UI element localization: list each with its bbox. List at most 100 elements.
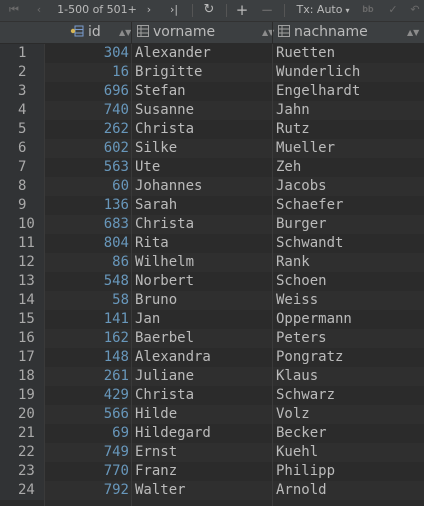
previous-page-icon[interactable]: ‹ — [32, 0, 46, 21]
cell-nachname[interactable]: Becker — [276, 424, 327, 443]
cell-vorname[interactable]: Brigitte — [135, 63, 202, 82]
cell-nachname[interactable]: Schwandt — [276, 234, 343, 253]
cell-nachname[interactable]: Ruetten — [276, 44, 335, 63]
table-row[interactable]: 14 58 Bruno Weiss — [0, 291, 424, 310]
cell-id[interactable]: 602 — [45, 139, 129, 158]
cell-id[interactable]: 548 — [45, 272, 129, 291]
cell-vorname[interactable]: Johannes — [135, 177, 202, 196]
cell-id[interactable]: 262 — [45, 120, 129, 139]
cell-id[interactable]: 770 — [45, 462, 129, 481]
cell-vorname[interactable]: Christa — [135, 386, 194, 405]
cell-id[interactable]: 749 — [45, 443, 129, 462]
cell-vorname[interactable]: Stefan — [135, 82, 186, 101]
cell-id[interactable]: 563 — [45, 158, 129, 177]
cell-vorname[interactable]: Bruno — [135, 291, 177, 310]
table-row[interactable]: 15 141 Jan Oppermann — [0, 310, 424, 329]
cell-vorname[interactable]: Alexandra — [135, 348, 211, 367]
cell-vorname[interactable]: Susanne — [135, 101, 194, 120]
table-row[interactable]: 6 602 Silke Mueller — [0, 139, 424, 158]
table-row[interactable]: 2 16 Brigitte Wunderlich — [0, 63, 424, 82]
next-page-icon[interactable]: › — [142, 0, 156, 21]
cell-id[interactable]: 792 — [45, 481, 129, 500]
table-row[interactable]: 3 696 Stefan Engelhardt — [0, 82, 424, 101]
cell-vorname[interactable]: Silke — [135, 139, 177, 158]
table-row[interactable]: 7 563 Ute Zeh — [0, 158, 424, 177]
cell-nachname[interactable]: Burger — [276, 215, 327, 234]
cell-nachname[interactable]: Wunderlich — [276, 63, 360, 82]
cell-vorname[interactable]: Jan — [135, 310, 160, 329]
cell-vorname[interactable]: Alexander — [135, 44, 211, 63]
table-row[interactable]: 23 770 Franz Philipp — [0, 462, 424, 481]
cell-id[interactable]: 740 — [45, 101, 129, 120]
cell-nachname[interactable]: Engelhardt — [276, 82, 360, 101]
sort-icon[interactable]: ▲▼ — [119, 22, 131, 43]
table-row[interactable]: 18 261 Juliane Klaus — [0, 367, 424, 386]
cell-id[interactable]: 804 — [45, 234, 129, 253]
table-row[interactable]: 17 148 Alexandra Pongratz — [0, 348, 424, 367]
cell-id[interactable]: 304 — [45, 44, 129, 63]
cell-vorname[interactable]: Baerbel — [135, 329, 194, 348]
delete-row-icon[interactable]: − — [259, 0, 275, 21]
column-header-id[interactable]: id — [70, 22, 101, 43]
cell-id[interactable]: 86 — [45, 253, 129, 272]
cell-nachname[interactable]: Rutz — [276, 120, 310, 139]
column-divider[interactable] — [131, 22, 132, 43]
cell-nachname[interactable]: Jahn — [276, 101, 310, 120]
cell-id[interactable]: 683 — [45, 215, 129, 234]
column-divider[interactable] — [272, 22, 273, 43]
cell-nachname[interactable]: Klaus — [276, 367, 318, 386]
cell-id[interactable]: 60 — [45, 177, 129, 196]
cell-nachname[interactable]: Rank — [276, 253, 310, 272]
cell-vorname[interactable]: Christa — [135, 215, 194, 234]
cell-vorname[interactable]: Ernst — [135, 443, 177, 462]
table-row[interactable]: 10 683 Christa Burger — [0, 215, 424, 234]
cell-nachname[interactable]: Schwarz — [276, 386, 335, 405]
table-row[interactable]: 5 262 Christa Rutz — [0, 120, 424, 139]
table-row[interactable]: 4 740 Susanne Jahn — [0, 101, 424, 120]
cell-id[interactable]: 566 — [45, 405, 129, 424]
cell-vorname[interactable]: Hilde — [135, 405, 177, 424]
table-row[interactable]: 22 749 Ernst Kuehl — [0, 443, 424, 462]
table-row[interactable]: 12 86 Wilhelm Rank — [0, 253, 424, 272]
cell-nachname[interactable]: Arnold — [276, 481, 327, 500]
column-header-nachname[interactable]: nachname — [278, 22, 368, 43]
first-page-icon[interactable]: ⏮︎ — [6, 0, 22, 21]
cell-nachname[interactable]: Weiss — [276, 291, 318, 310]
cell-nachname[interactable]: Volz — [276, 405, 310, 424]
table-row[interactable]: 9 136 Sarah Schaefer — [0, 196, 424, 215]
add-row-icon[interactable]: + — [234, 0, 250, 21]
table-row[interactable]: 11 804 Rita Schwandt — [0, 234, 424, 253]
table-row[interactable]: 1 304 Alexander Ruetten — [0, 44, 424, 63]
cell-id[interactable]: 69 — [45, 424, 129, 443]
cell-nachname[interactable]: Schaefer — [276, 196, 343, 215]
cell-vorname[interactable]: Juliane — [135, 367, 194, 386]
table-row[interactable]: 20 566 Hilde Volz — [0, 405, 424, 424]
cell-id[interactable]: 261 — [45, 367, 129, 386]
cell-vorname[interactable]: Walter — [135, 481, 186, 500]
table-row[interactable]: 16 162 Baerbel Peters — [0, 329, 424, 348]
column-header-vorname[interactable]: vorname — [137, 22, 215, 43]
cell-vorname[interactable]: Rita — [135, 234, 169, 253]
sort-icon[interactable]: ▲▼ — [407, 22, 419, 43]
cell-nachname[interactable]: Kuehl — [276, 443, 318, 462]
page-info[interactable]: 1-500 of 501+ — [56, 0, 138, 21]
table-row[interactable]: 13 548 Norbert Schoen — [0, 272, 424, 291]
undo-icon[interactable]: ↶ — [408, 0, 422, 21]
table-row[interactable]: 8 60 Johannes Jacobs — [0, 177, 424, 196]
commit-checkmark-icon[interactable]: ✓ — [386, 0, 400, 21]
cell-nachname[interactable]: Pongratz — [276, 348, 343, 367]
tx-mode-dropdown[interactable]: Tx: Auto ▾ — [292, 0, 354, 21]
reload-icon[interactable]: ↻ — [201, 0, 217, 21]
db-icon[interactable]: 𝐛𝐛 — [360, 0, 376, 21]
cell-nachname[interactable]: Zeh — [276, 158, 301, 177]
cell-nachname[interactable]: Mueller — [276, 139, 335, 158]
table-row[interactable]: 21 69 Hildegard Becker — [0, 424, 424, 443]
cell-id[interactable]: 162 — [45, 329, 129, 348]
cell-vorname[interactable]: Franz — [135, 462, 177, 481]
cell-vorname[interactable]: Norbert — [135, 272, 194, 291]
cell-id[interactable]: 696 — [45, 82, 129, 101]
cell-id[interactable]: 148 — [45, 348, 129, 367]
cell-id[interactable]: 429 — [45, 386, 129, 405]
cell-vorname[interactable]: Christa — [135, 120, 194, 139]
cell-nachname[interactable]: Peters — [276, 329, 327, 348]
